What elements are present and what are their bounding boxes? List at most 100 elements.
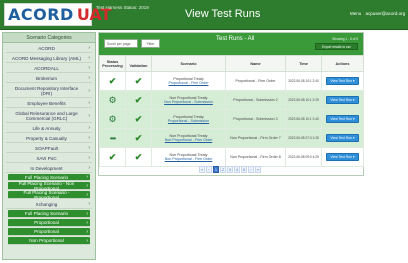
chevron-right-icon: › [86, 237, 88, 244]
sidebar-item[interactable]: XAVI PoC › [6, 154, 92, 163]
col-scenario[interactable]: Scenario [151, 55, 226, 72]
chevron-right-icon: › [88, 100, 90, 106]
scenario-link[interactable]: Non Proportional - Firm Order [152, 138, 225, 142]
run-time: 2022-06-08 09:0 4:25 [288, 154, 319, 159]
sidebar-item[interactable]: ACORDALL › [6, 64, 92, 73]
time-cell: 2022-06-08 10:1 2:29 [285, 90, 322, 110]
sidebar-item[interactable]: Non Proportional › [8, 237, 90, 245]
pagination: «‹ 1 2 3 4 5 ›» [199, 166, 261, 173]
sidebar-item[interactable]: Xchanging › [6, 200, 92, 209]
table-row: ⚙ ✔ Non Proportional Treaty Non Proportiona… [99, 90, 364, 110]
time-cell: 2022-06-08 10:1 2:40 [285, 109, 322, 129]
view-test-run-button[interactable]: View Test Run ▾ [326, 153, 359, 161]
processing-cell: ⚙ [99, 90, 126, 110]
check-icon: ✔ [134, 75, 143, 86]
scenario-cell: Proportional Treaty Proportional - Firm O… [151, 71, 226, 91]
processing-cell: ⚙ [99, 109, 126, 129]
page-button[interactable]: › [248, 166, 254, 173]
sidebar-item[interactable]: Document Repository Interface (DRI) › [6, 84, 92, 98]
page-button[interactable]: 5 [241, 166, 247, 173]
validation-cell: ✔ [125, 128, 152, 148]
sidebar-item-label: In Development [30, 165, 63, 171]
sidebar-item[interactable]: Global Reinsurance and Large Commercial … [6, 109, 92, 123]
chevron-right-icon: › [88, 125, 90, 131]
page-count: Showing 1 - 5 of 5 [332, 37, 358, 41]
scenario-link[interactable]: Non Proportional - Firm Order [152, 157, 225, 161]
chevron-right-icon: › [88, 87, 90, 94]
actions-cell: View Test Run ▾ [321, 109, 364, 129]
sidebar-item-label: Document Repository Interface (DRI) [14, 85, 79, 96]
chevron-right-icon: › [86, 191, 88, 198]
sidebar-item[interactable]: Property & Casualty › [6, 134, 92, 143]
sidebar-item-label: Global Reinsurance and Large Commercial … [15, 110, 78, 121]
sidebar-item[interactable]: Full Placing Scenario › [8, 210, 90, 218]
scenario-link[interactable]: Non Proportional - Submission [152, 100, 225, 104]
user-menu[interactable]: Menu acpuser@acord.org [350, 11, 405, 16]
view-test-run-label: View Test Run [330, 117, 352, 121]
sidebar-item[interactable]: Full Placing Scenario - Proportional › [8, 190, 90, 200]
view-test-run-button[interactable]: View Test Run ▾ [326, 134, 359, 142]
col-processing[interactable]: Status Processing [99, 55, 126, 72]
gear-icon: ⚙ [108, 94, 117, 105]
view-test-run-button[interactable]: View Test Run ▾ [326, 115, 359, 123]
view-test-run-label: View Test Run [330, 98, 352, 102]
page-button[interactable]: 4 [234, 166, 240, 173]
sidebar-item-label: SOAPFault [35, 145, 58, 151]
sidebar-item[interactable]: Life & Annuity › [6, 124, 92, 133]
check-icon: ✔ [134, 132, 143, 143]
validation-cell: ✔ [125, 109, 152, 129]
run-time: 2022-06-08 10:1 2:29 [288, 97, 319, 102]
processing-cell: ✔ [99, 147, 126, 167]
page-size-select[interactable]: Scroll per page [104, 39, 138, 48]
validation-cell: ✔ [125, 71, 152, 91]
test-runs-table: Status Processing Validation Scenario Na… [99, 55, 364, 167]
page-button[interactable]: « [199, 166, 205, 173]
menu-label: Menu [350, 11, 362, 16]
filter-button[interactable]: Filter [141, 39, 160, 48]
sidebar-item[interactable]: In Development › [6, 164, 92, 173]
table-row: ✔ ✔ Proportional Treaty Proportional - Firm… [99, 71, 364, 91]
sidebar-item[interactable]: Proportional › [8, 228, 90, 236]
view-test-run-button[interactable]: View Test Run ▾ [326, 96, 359, 104]
sidebar-item[interactable]: SOAPFault › [6, 144, 92, 153]
page-button[interactable]: » [255, 166, 261, 173]
scenario-link[interactable]: Proportional - Firm Order [152, 81, 225, 85]
check-icon: ✔ [134, 94, 143, 105]
acord-uat-logo[interactable]: ACORD UAT [4, 3, 111, 26]
view-test-run-label: View Test Run [330, 136, 352, 140]
scenario-link[interactable]: Proportional - Submission [152, 119, 225, 123]
scenario-cell: Non Proportional Treaty Non Proportional … [151, 90, 226, 110]
table-toolbar: Scroll per page Filter Test Runs - All S… [99, 33, 363, 55]
time-cell: 2022-06-08 09:0 4:25 [285, 147, 322, 167]
sidebar-item-label: Full Placing Scenario [24, 174, 69, 180]
sidebar-item-label: Property & Casualty [26, 135, 67, 141]
sidebar-item[interactable]: Brokerium › [6, 74, 92, 83]
chevron-right-icon: › [86, 228, 88, 235]
page-button[interactable]: 2 [220, 166, 226, 173]
page-button[interactable]: 3 [227, 166, 233, 173]
page-button[interactable]: 1 [213, 166, 219, 173]
table-row: ••• ✔ Non Proportional Treaty Non Proportio… [99, 128, 364, 148]
page-button[interactable]: ‹ [206, 166, 212, 173]
chevron-right-icon: › [86, 182, 88, 189]
col-time[interactable]: Time [285, 55, 322, 72]
sidebar-item[interactable]: Employee Benefits › [6, 99, 92, 108]
sidebar-item-label: Employee Benefits [27, 100, 66, 106]
sidebar-item-label: Full Placing Scenario [24, 211, 69, 216]
table-title: Test Runs - All [216, 36, 255, 42]
chevron-right-icon: › [88, 45, 90, 51]
col-validation[interactable]: Validation [125, 55, 152, 72]
sidebar-item[interactable]: Proportional › [8, 219, 90, 227]
export-csv-button[interactable]: Export results to csv [315, 43, 358, 50]
sidebar-item[interactable]: ACORD › [6, 44, 92, 53]
view-test-run-button[interactable]: View Test Run ▾ [326, 77, 359, 85]
sidebar-item-label: Proportional [34, 229, 59, 234]
name-cell: Non Proportional - Firm Order 8 [225, 147, 286, 167]
test-harness-status: Test Harness Status: 2019 [96, 5, 149, 10]
col-name[interactable]: Name [225, 55, 286, 72]
chevron-right-icon: › [88, 55, 90, 61]
check-icon: ✔ [108, 151, 117, 162]
app-header: ACORD UAT Test Harness Status: 2019 View… [0, 0, 408, 30]
chevron-right-icon: › [88, 75, 90, 81]
sidebar-item[interactable]: ACORD Messaging Library (AML) › [6, 54, 92, 63]
